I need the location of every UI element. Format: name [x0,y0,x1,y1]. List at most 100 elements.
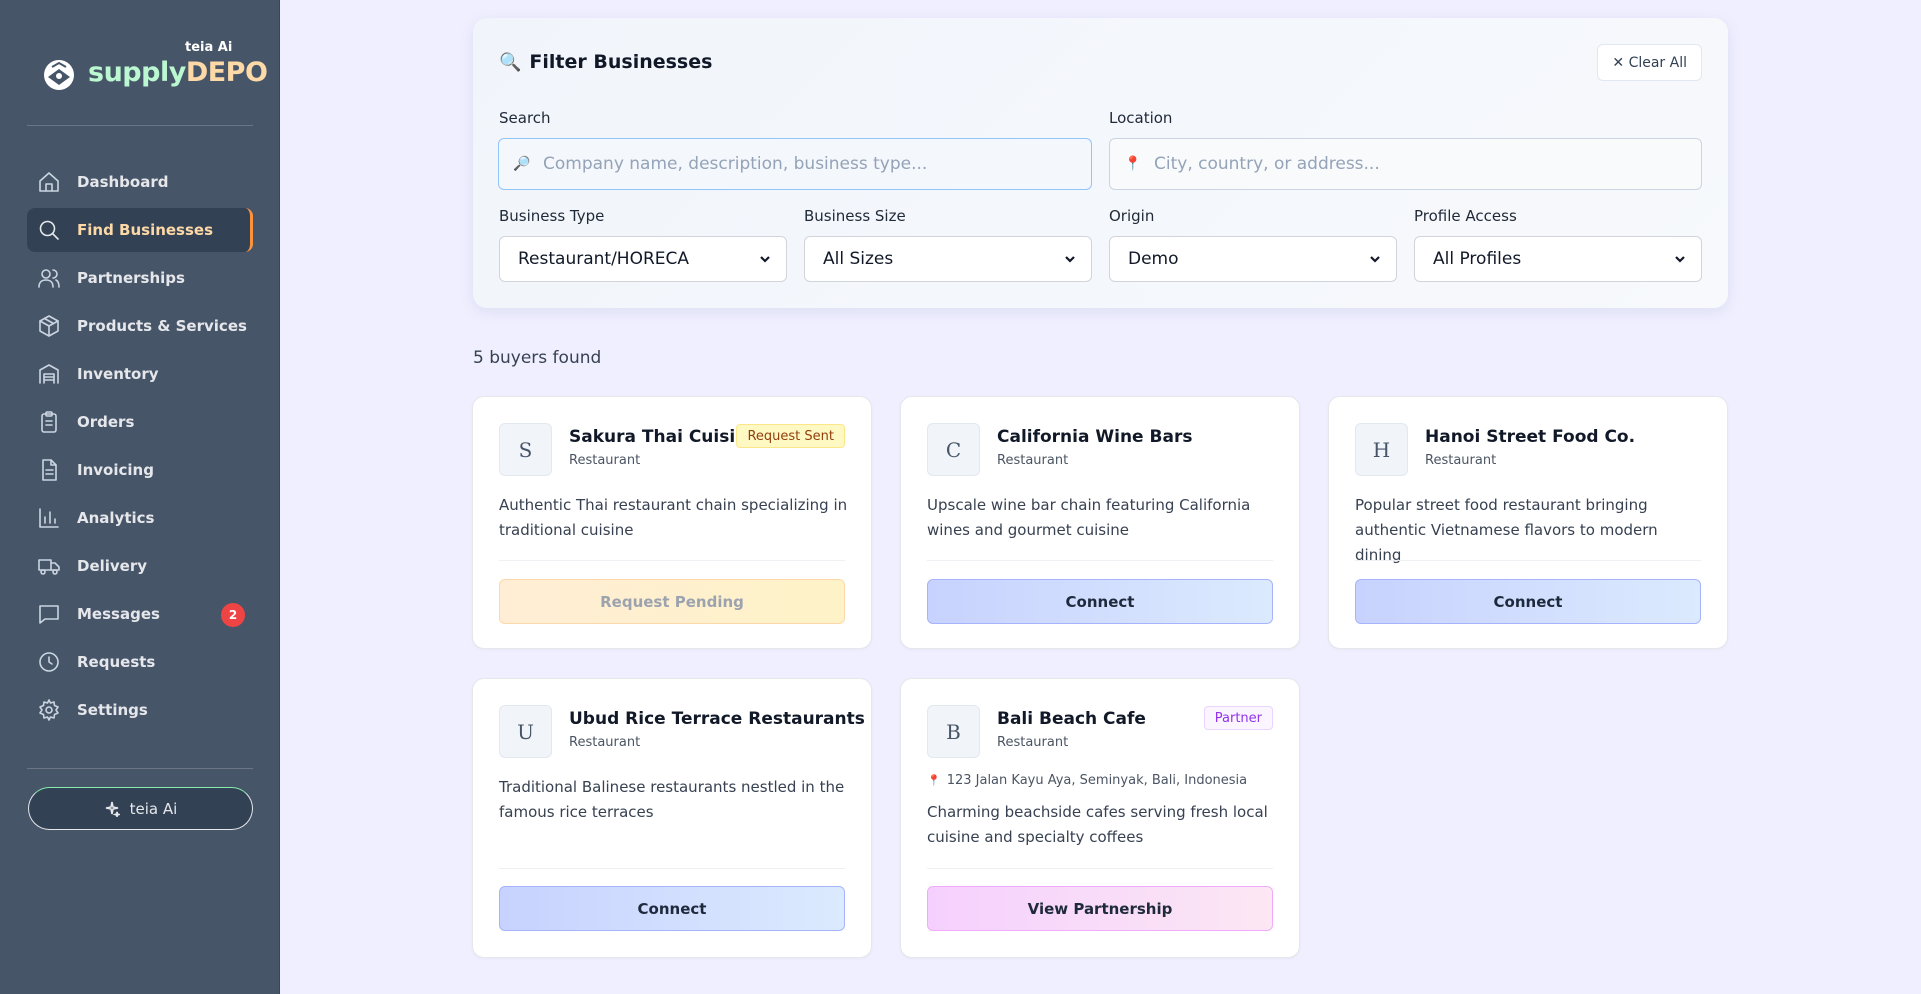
brand-name-supply: supply [88,57,186,88]
sidebar-item-label: Dashboard [77,173,169,191]
sidebar-item-label: Delivery [77,557,148,575]
business-description: Traditional Balinese restaurants nestled… [499,778,845,821]
magnifier-icon: 🔍 [499,51,522,73]
brand-tagline: teia Ai [185,40,233,55]
sidebar-item-label: Invoicing [77,461,154,479]
business-description: Charming beachside cafes serving fresh l… [927,803,1268,846]
business-address: 📍 123 Jalan Kayu Aya, Seminyak, Bali, Ind… [927,773,1247,788]
search-placeholder: Company name, description, business type… [543,154,928,174]
sidebar-item-delivery[interactable]: Delivery [27,544,253,588]
teia-ai-button[interactable]: teia Ai [28,787,253,830]
clear-all-button[interactable]: ✕ Clear All [1597,44,1702,81]
profile-access-label: Profile Access [1414,207,1517,225]
sidebar-item-dashboard[interactable]: Dashboard [27,160,253,204]
sidebar-item-label: Partnerships [77,269,185,287]
business-card: B Bali Beach Cafe Restaurant Partner 📍 12… [900,678,1300,958]
business-name[interactable]: Bali Beach Cafe [997,709,1146,729]
business-name[interactable]: Hanoi Street Food Co. [1425,427,1635,447]
sidebar-item-products-services[interactable]: Products & Services [27,304,253,348]
location-input[interactable]: 📍 City, country, or address... [1109,138,1702,190]
business-name[interactable]: Sakura Thai Cuisine [569,427,759,447]
business-description: Authentic Thai restaurant chain speciali… [499,496,848,539]
results-count: 5 buyers found [473,348,602,368]
business-type-value: Restaurant/HORECA [518,249,690,269]
sidebar-item-analytics[interactable]: Analytics [27,496,253,540]
avatar: S [499,423,552,476]
view-partnership-button[interactable]: View Partnership [927,886,1273,931]
business-size-value: All Sizes [823,249,894,269]
business-type-label: Business Type [499,207,605,225]
business-name[interactable]: Ubud Rice Terrace Restaurants [569,709,865,729]
business-card: H Hanoi Street Food Co. Restaurant Popul… [1328,396,1728,649]
address-text: 123 Jalan Kayu Aya, Seminyak, Bali, Indo… [946,773,1248,788]
request-pending-button[interactable]: Request Pending [499,579,845,624]
map-pin-icon: 📍 [1124,156,1142,172]
business-description: Popular street food restaurant bringing … [1355,496,1658,564]
card-divider [499,868,845,869]
avatar: U [499,705,552,758]
filter-panel: 🔍 Filter Businesses ✕ Clear All Search 🔎… [473,18,1728,308]
search-icon: 🔎 [513,156,531,172]
sidebar-item-orders[interactable]: Orders [27,400,253,444]
chevron-down-icon [1063,251,1079,267]
clock-icon [37,650,61,674]
search-label: Search [499,109,551,127]
warehouse-icon [37,362,61,386]
origin-value: Demo [1128,249,1179,269]
sidebar-item-label: Find Businesses [77,221,214,239]
business-name[interactable]: California Wine Bars [997,427,1192,447]
avatar: C [927,423,980,476]
location-label: Location [1109,109,1173,127]
unread-badge: 2 [221,603,245,627]
chevron-down-icon [1673,251,1689,267]
clipboard-icon [37,410,61,434]
profile-access-select[interactable]: All Profiles [1414,236,1702,282]
sidebar-item-requests[interactable]: Requests [27,640,253,684]
sidebar-item-invoicing[interactable]: Invoicing [27,448,253,492]
business-type: Restaurant [1425,453,1497,468]
business-size-label: Business Size [804,207,906,225]
brand-name: supplyDEPO [88,57,268,88]
search-input[interactable]: 🔎 Company name, description, business ty… [498,138,1092,190]
filter-title: 🔍 Filter Businesses [499,51,712,73]
brand-name-depo: DEPO [185,57,268,88]
sidebar-item-label: Messages [77,605,160,623]
sidebar-item-settings[interactable]: Settings [27,688,253,732]
search-icon [37,218,61,242]
sidebar-item-partnerships[interactable]: Partnerships [27,256,253,300]
bar-chart-icon [37,506,61,530]
map-pin-icon: 📍 [927,774,941,787]
avatar: H [1355,423,1408,476]
sidebar-item-messages[interactable]: Messages 2 [27,592,253,636]
sidebar: teia Ai supplyDEPO Dashboard Find Busine… [0,0,280,994]
business-card: U Ubud Rice Terrace Restaurants Restaura… [472,678,872,958]
brand-logo-area[interactable]: teia Ai supplyDEPO [38,40,268,100]
origin-select[interactable]: Demo [1109,236,1397,282]
connect-button[interactable]: Connect [1355,579,1701,624]
truck-icon [37,554,61,578]
business-size-select[interactable]: All Sizes [804,236,1092,282]
business-card: S Sakura Thai Cuisine Restaurant Request… [472,396,872,649]
business-card: C California Wine Bars Restaurant Upscal… [900,396,1300,649]
connect-button[interactable]: Connect [927,579,1273,624]
connect-button[interactable]: Connect [499,886,845,931]
message-icon [37,602,61,626]
sidebar-item-label: Inventory [77,365,159,383]
card-divider [499,560,845,561]
sidebar-item-label: Settings [77,701,148,719]
sidebar-item-label: Orders [77,413,135,431]
sidebar-item-label: Products & Services [77,317,247,335]
gear-icon [37,698,61,722]
business-type: Restaurant [569,453,641,468]
sparkle-icon [105,801,120,817]
sidebar-item-label: Analytics [77,509,155,527]
profile-access-value: All Profiles [1433,249,1522,269]
brand-divider [27,125,253,126]
sidebar-item-find-businesses[interactable]: Find Businesses [27,208,253,252]
sidebar-item-inventory[interactable]: Inventory [27,352,253,396]
business-type-select[interactable]: Restaurant/HORECA [499,236,787,282]
chevron-down-icon [1368,251,1384,267]
partner-badge: Partner [1203,706,1273,730]
chevron-down-icon [758,251,774,267]
business-description: Upscale wine bar chain featuring Califor… [927,496,1251,539]
